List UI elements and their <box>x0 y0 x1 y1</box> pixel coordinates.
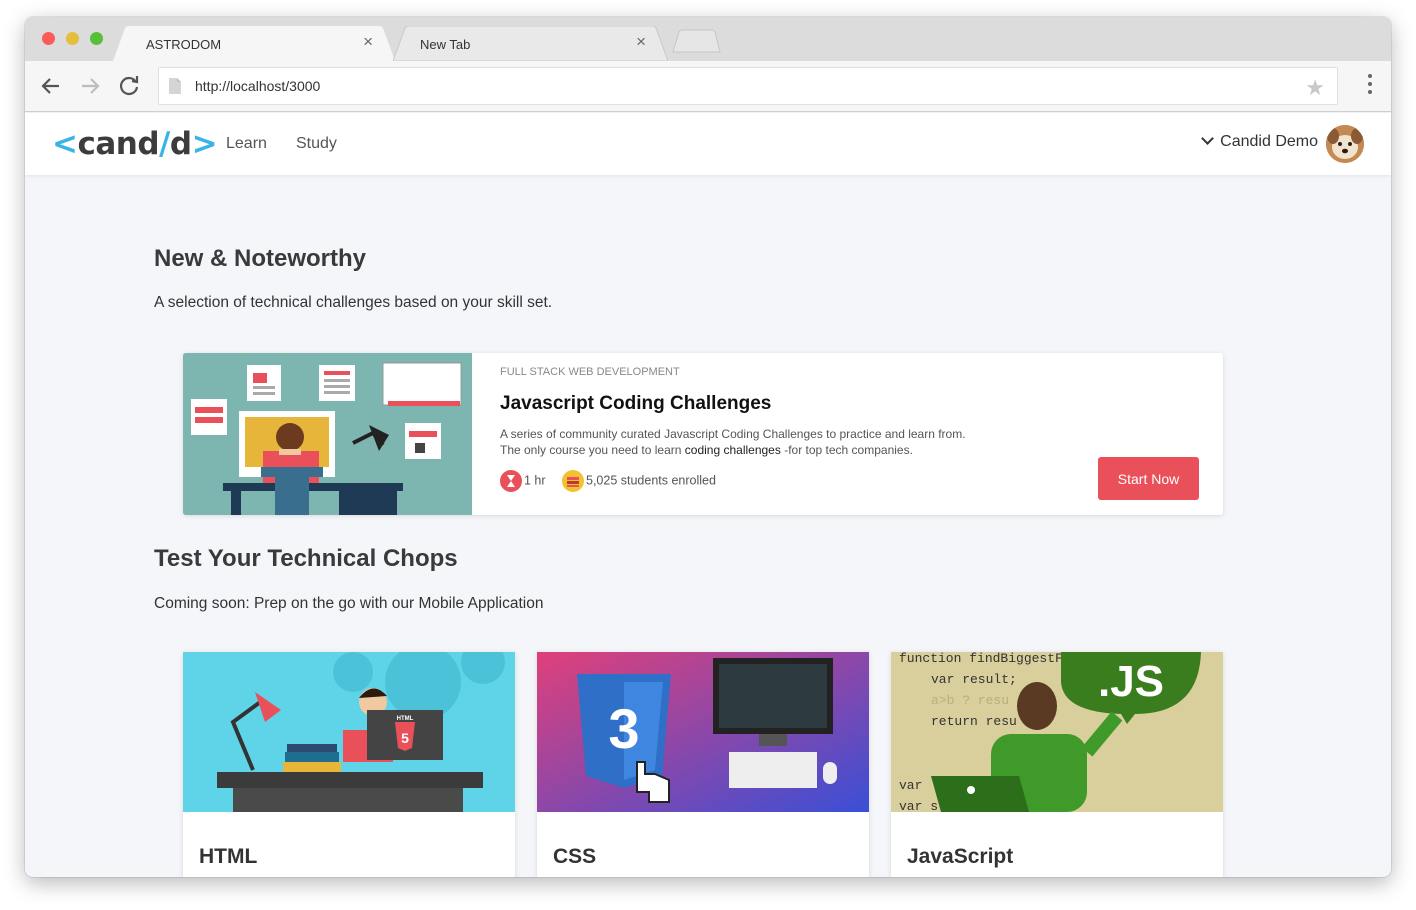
address-bar[interactable]: http://localhost/3000 ★ <box>158 67 1338 105</box>
chevron-down-icon <box>1201 132 1215 145</box>
section-title-new: New & Noteworthy <box>154 245 367 272</box>
course-card-javascript[interactable]: function findBiggestFr var result; a>b ?… <box>891 652 1223 877</box>
user-menu[interactable]: Candid Demo <box>1201 132 1318 151</box>
code-line: a>b ? resu <box>931 693 1009 708</box>
close-window-button[interactable] <box>42 32 55 45</box>
tab-astrodom[interactable]: ASTRODOM × <box>113 26 395 61</box>
course-category: FULL STACK WEB DEVELOPMENT <box>500 366 680 378</box>
code-line: return resu <box>931 714 1017 729</box>
page-icon <box>169 78 181 94</box>
bookmark-star-icon[interactable]: ★ <box>1305 75 1325 101</box>
section-subtitle-new: A selection of technical challenges base… <box>154 294 553 311</box>
minimize-window-button[interactable] <box>66 32 79 45</box>
code-line: var <box>899 778 922 793</box>
course-description-line1: A series of community curated Javascript… <box>500 427 966 441</box>
forward-icon[interactable] <box>77 73 103 99</box>
html-5-number: 5 <box>401 730 409 746</box>
back-icon[interactable] <box>38 73 64 99</box>
tab-title: New Tab <box>420 37 471 52</box>
code-line: function findBiggestFr <box>899 652 1071 666</box>
tab-strip: ASTRODOM × New Tab × <box>25 17 1391 61</box>
maximize-window-button[interactable] <box>90 32 103 45</box>
candid-logo[interactable]: <cand/d> <box>52 126 218 162</box>
browser-toolbar: http://localhost/3000 ★ <box>25 61 1391 112</box>
tab-title: ASTRODOM <box>146 37 222 52</box>
browser-window: ASTRODOM × New Tab × http://localhost/30… <box>25 17 1391 877</box>
course-card-html[interactable]: 5 HTML HTML <box>183 652 515 877</box>
section-subtitle-chops: Coming soon: Prep on the go with our Mob… <box>154 595 544 612</box>
url-text: http://localhost/3000 <box>195 78 321 94</box>
start-now-button[interactable]: Start Now <box>1098 457 1199 500</box>
course-card-title: JavaScript <box>907 845 1014 868</box>
course-card-title: CSS <box>553 845 597 868</box>
course-description-line2-c: -for top tech companies. <box>780 443 913 457</box>
course-enrollment: 5,025 students enrolled <box>562 470 716 492</box>
section-title-chops: Test Your Technical Chops <box>154 545 458 572</box>
browser-menu-icon[interactable] <box>1367 74 1373 96</box>
featured-course-card[interactable]: FULL STACK WEB DEVELOPMENT Javascript Co… <box>183 353 1223 515</box>
nav-study[interactable]: Study <box>296 135 337 153</box>
close-tab-icon[interactable]: × <box>636 32 646 52</box>
html-badge-text: HTML <box>397 716 414 722</box>
course-card-css[interactable]: 3 CSS <box>537 652 869 877</box>
students-icon <box>562 470 584 492</box>
html-course-illustration: 5 HTML <box>183 652 515 812</box>
course-title[interactable]: Javascript Coding Challenges <box>500 393 771 415</box>
tab-new-tab[interactable]: New Tab × <box>393 26 668 61</box>
user-name: Candid Demo <box>1220 133 1318 150</box>
featured-course-illustration <box>183 353 472 515</box>
hourglass-icon <box>500 470 522 492</box>
new-tab-button[interactable] <box>670 26 722 61</box>
avatar[interactable] <box>1326 125 1364 163</box>
course-description-highlight: coding challenges <box>684 443 781 457</box>
course-description: A series of community curated Javascript… <box>500 426 1020 458</box>
course-card-title: HTML <box>199 845 258 868</box>
css-course-illustration: 3 <box>537 652 869 812</box>
close-tab-icon[interactable]: × <box>363 32 373 52</box>
css-3-number: 3 <box>608 697 639 760</box>
enrollment-text: 5,025 students enrolled <box>586 473 716 488</box>
course-description-line2-a: The only course you need to learn <box>500 443 685 457</box>
reload-icon[interactable] <box>116 73 142 99</box>
nav-learn[interactable]: Learn <box>226 135 267 153</box>
duration-text: 1 hr <box>524 473 546 488</box>
javascript-course-illustration: function findBiggestFr var result; a>b ?… <box>891 652 1223 814</box>
course-duration: 1 hr <box>500 470 546 492</box>
code-line: var s <box>899 799 938 812</box>
app-header: <cand/d> Learn Study Candid Demo <box>25 113 1391 175</box>
code-line: var result; <box>931 672 1017 687</box>
js-badge-text: .JS <box>1098 657 1164 706</box>
